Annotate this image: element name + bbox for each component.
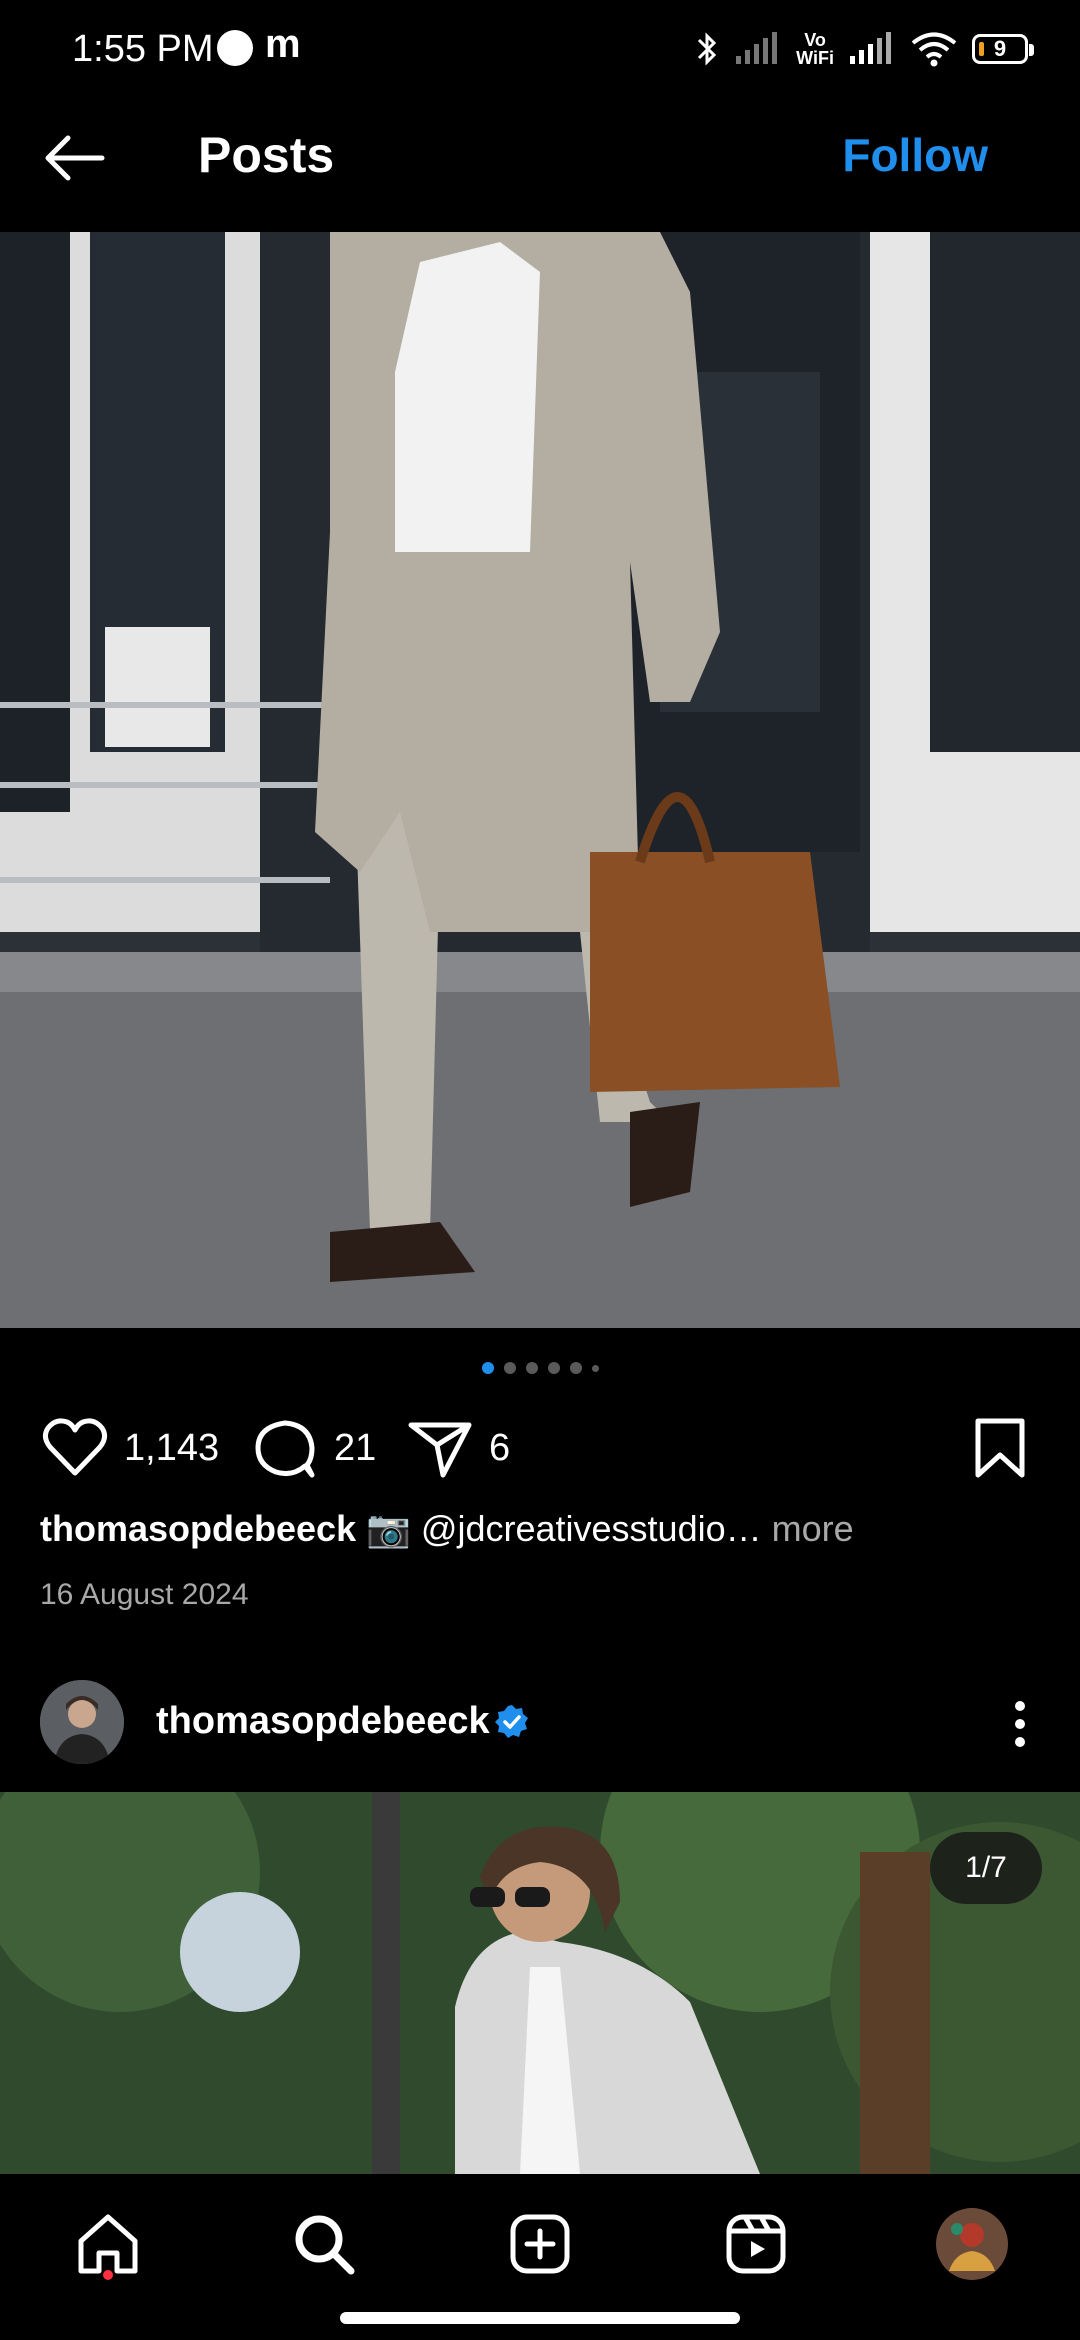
carousel-dot-active bbox=[481, 1362, 494, 1374]
vowifi-indicator: Vo WiFi bbox=[796, 30, 834, 68]
caption-text: 📷 @jdcreativesstudio… bbox=[366, 1508, 762, 1549]
carousel-dots bbox=[0, 1358, 1080, 1378]
like-count: 1,143 bbox=[124, 1426, 220, 1469]
carousel-counter: 1/7 bbox=[930, 1832, 1042, 1904]
status-icons: Vo WiFi 9 bbox=[694, 26, 1034, 72]
post-caption[interactable]: thomasopdebeeck 📷 @jdcreativesstudio… mo… bbox=[40, 1508, 854, 1550]
back-button[interactable] bbox=[38, 120, 118, 200]
home-icon bbox=[78, 2214, 138, 2274]
nav-search[interactable] bbox=[284, 2204, 364, 2284]
carousel-dot bbox=[547, 1362, 560, 1374]
reels-icon bbox=[726, 2214, 786, 2274]
comment-count: 21 bbox=[334, 1426, 377, 1469]
post-image[interactable] bbox=[0, 1792, 1080, 2174]
caption-username[interactable]: thomasopdebeeck bbox=[40, 1508, 356, 1549]
like-button[interactable]: 1,143 bbox=[40, 1412, 219, 1484]
profile-avatar-icon bbox=[936, 2208, 1008, 2280]
share-icon bbox=[408, 1422, 472, 1478]
carousel-dot bbox=[525, 1362, 538, 1374]
post-image[interactable] bbox=[0, 232, 1080, 1328]
signal-icon bbox=[736, 32, 778, 64]
status-time: 1:55 PM bbox=[72, 28, 214, 70]
verified-badge-icon bbox=[493, 1703, 531, 1741]
wifi-icon bbox=[911, 32, 957, 67]
bluetooth-icon bbox=[698, 32, 717, 66]
comment-icon bbox=[255, 1420, 315, 1478]
more-options-button[interactable] bbox=[1000, 1696, 1040, 1752]
notification-dot bbox=[103, 2270, 113, 2280]
carousel-dot bbox=[503, 1362, 516, 1374]
back-arrow-icon bbox=[45, 135, 105, 181]
create-icon bbox=[510, 2214, 570, 2274]
avatar[interactable] bbox=[40, 1680, 124, 1764]
nav-create[interactable] bbox=[500, 2204, 580, 2284]
avatar-photo bbox=[40, 1680, 124, 1764]
nav-profile[interactable] bbox=[932, 2204, 1012, 2284]
post-username[interactable]: thomasopdebeeck bbox=[156, 1700, 490, 1743]
comment-button[interactable]: 21 bbox=[250, 1412, 376, 1484]
bookmark-button[interactable] bbox=[970, 1412, 1030, 1484]
carousel-dot bbox=[591, 1364, 599, 1372]
caption-more[interactable]: more bbox=[772, 1508, 854, 1549]
page-title: Posts bbox=[198, 127, 335, 183]
post-photo bbox=[0, 1792, 1080, 2174]
signal-icon-2 bbox=[850, 32, 891, 64]
share-button[interactable]: 6 bbox=[405, 1412, 510, 1484]
carrier-icon: m bbox=[265, 22, 301, 66]
nav-reels[interactable] bbox=[716, 2204, 796, 2284]
gesture-bar bbox=[340, 2312, 740, 2324]
follow-button[interactable]: Follow bbox=[842, 128, 988, 182]
post-photo bbox=[0, 232, 1080, 1328]
share-count: 6 bbox=[489, 1426, 511, 1469]
bookmark-icon bbox=[975, 1418, 1025, 1478]
carousel-dot bbox=[569, 1362, 582, 1374]
heart-icon bbox=[42, 1418, 108, 1476]
post-date: 16 August 2024 bbox=[40, 1578, 249, 1611]
notification-dot-icon bbox=[217, 30, 253, 66]
search-icon bbox=[295, 2215, 355, 2275]
more-vert-icon bbox=[1015, 1701, 1025, 1747]
battery-icon: 9 bbox=[972, 34, 1034, 64]
